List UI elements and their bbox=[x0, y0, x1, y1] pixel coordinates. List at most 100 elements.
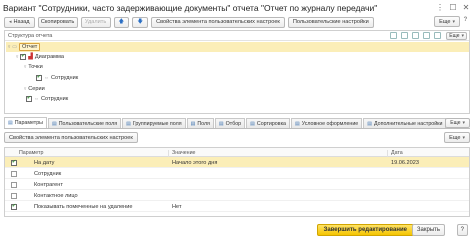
footer-help-button[interactable]: ? bbox=[456, 224, 468, 236]
expand-triangle-icon[interactable]: ▿ bbox=[16, 54, 18, 60]
tree-label-points: Точки bbox=[28, 63, 43, 70]
param-value[interactable]: Нет bbox=[172, 204, 182, 210]
help-button[interactable]: ? bbox=[461, 17, 470, 26]
tab-label: Группируемые поля bbox=[132, 120, 182, 127]
row-checkbox[interactable] bbox=[11, 170, 17, 177]
employee-series-checkbox[interactable]: ✔ bbox=[26, 95, 32, 102]
table-header: Параметр Значение Дата bbox=[5, 148, 469, 159]
toolbar-more-button[interactable]: Еще ▾ bbox=[434, 16, 460, 27]
tab-sorting[interactable]: ▤ Сортировка bbox=[246, 118, 290, 128]
tabs-more-button[interactable]: Еще ▾ bbox=[445, 118, 470, 128]
row-checkbox[interactable] bbox=[11, 192, 17, 199]
user-settings-button[interactable]: Пользовательские настройки bbox=[287, 16, 374, 28]
tab-additional-settings[interactable]: ▤ Дополнительные настройки bbox=[363, 118, 447, 128]
format-icon[interactable] bbox=[434, 32, 441, 39]
tree-label-report: Отчет bbox=[19, 42, 41, 51]
expand-triangle-icon[interactable]: ▿ bbox=[24, 86, 26, 92]
structure-header-label: Структура отчета bbox=[8, 32, 53, 39]
close-icon[interactable]: ✕ bbox=[461, 3, 471, 13]
param-value[interactable]: Начало этого дня bbox=[172, 160, 217, 166]
delete-button[interactable]: Удалить bbox=[80, 16, 111, 28]
copy-button[interactable]: Скопировать bbox=[37, 16, 78, 28]
tree-label-employee: Сотрудник bbox=[51, 74, 79, 81]
tab-filter[interactable]: ▤ Отбор bbox=[214, 118, 246, 128]
table-row[interactable]: Контактное лицо bbox=[5, 190, 469, 201]
main-toolbar: ◂ Назад Скопировать Удалить 🡅 🡇 Свойства … bbox=[4, 16, 374, 28]
param-name: На дату bbox=[34, 159, 55, 166]
employee-points-checkbox[interactable]: ✔ bbox=[36, 74, 42, 81]
table-row[interactable]: Контрагент bbox=[5, 179, 469, 190]
row-checkbox[interactable]: ✔ bbox=[11, 203, 17, 210]
tab-fields[interactable]: ▤ Поля bbox=[186, 118, 214, 128]
parameters-table: Параметр Значение Дата ✔ На дату Начало … bbox=[4, 147, 470, 217]
tab-label: Пользовательские поля bbox=[58, 120, 118, 127]
sorting-icon: ▤ bbox=[250, 120, 255, 127]
grouping-fields-icon: ▤ bbox=[126, 120, 131, 127]
window-titlebar: Вариант "Сотрудники, часто задерживающие… bbox=[0, 0, 474, 16]
tree-row-employee-series[interactable]: ✔ ⇔ Сотрудник bbox=[26, 94, 68, 103]
move-up-button[interactable]: 🡅 bbox=[113, 16, 130, 28]
tab-label: Отбор bbox=[225, 120, 242, 127]
tab-conditional-format[interactable]: ▤ Условное оформление bbox=[290, 118, 363, 128]
selected-row-highlight bbox=[6, 42, 469, 52]
report-node-icon: ▭ bbox=[12, 43, 17, 50]
table-row[interactable]: ✔ На дату Начало этого дня 19.06.2023 bbox=[5, 157, 469, 168]
chevron-down-icon: ▾ bbox=[461, 33, 464, 39]
parameters-icon: ▤ bbox=[8, 120, 13, 126]
param-date[interactable]: 19.06.2023 bbox=[391, 160, 419, 166]
tab-label: Параметры bbox=[14, 120, 43, 126]
fields-icon[interactable] bbox=[401, 32, 408, 39]
chart-checkbox[interactable]: ✔ bbox=[20, 53, 27, 60]
filter-icon: ▤ bbox=[218, 120, 224, 127]
chart-icon: ▟ bbox=[28, 54, 33, 60]
back-button[interactable]: ◂ Назад bbox=[4, 16, 35, 28]
tree-row-series[interactable]: ▿ Серии bbox=[24, 84, 45, 93]
table-row[interactable]: ✔ Показывать помеченные на удаление Нет bbox=[5, 201, 469, 212]
params-more-button[interactable]: Еще ▾ bbox=[444, 132, 470, 143]
element-properties-button[interactable]: Свойства элемента пользовательских настр… bbox=[151, 16, 285, 28]
tab-parameters[interactable]: ▤ Параметры bbox=[4, 117, 47, 128]
filter-icon[interactable] bbox=[412, 32, 419, 39]
close-button[interactable]: Закрыть bbox=[411, 224, 445, 236]
more-label: Еще bbox=[439, 18, 451, 25]
finish-editing-button[interactable]: Завершить редактирование bbox=[316, 224, 414, 236]
chevron-down-icon: ▾ bbox=[452, 18, 455, 25]
arrow-down-icon: 🡇 bbox=[137, 19, 144, 25]
grouping-field-icon: ⇔ bbox=[34, 95, 39, 102]
param-name: Контактное лицо bbox=[34, 192, 78, 199]
params-element-properties-button[interactable]: Свойства элемента пользовательских настр… bbox=[4, 132, 138, 143]
settings-tabs: ▤ Параметры ▤ Пользовательские поля ▤ Групп… bbox=[4, 117, 470, 129]
tree-row-report[interactable]: ▿ ▭ Отчет bbox=[8, 42, 41, 51]
tab-label: Сортировка bbox=[256, 120, 286, 127]
move-down-button[interactable]: 🡇 bbox=[132, 16, 149, 28]
table-row[interactable]: Сотрудник bbox=[5, 168, 469, 179]
col-header-value: Значение bbox=[172, 150, 196, 156]
tab-user-fields[interactable]: ▤ Пользовательские поля bbox=[47, 118, 122, 128]
tree-row-points[interactable]: ▿ Точки bbox=[24, 62, 43, 71]
param-name: Контрагент bbox=[34, 181, 63, 188]
report-structure-panel: Структура отчета Еще ▾ ▿ ▭ Отчет ▿ ✔ ▟ Ди… bbox=[4, 30, 470, 114]
row-checkbox[interactable] bbox=[11, 181, 17, 188]
tree-row-employee-points[interactable]: ✔ ⇔ Сотрудник bbox=[36, 73, 78, 82]
chevron-down-icon: ▾ bbox=[462, 120, 465, 126]
structure-more-button[interactable]: Еще ▾ bbox=[446, 32, 467, 40]
tab-grouping-fields[interactable]: ▤ Группируемые поля bbox=[122, 118, 186, 128]
sort-icon[interactable] bbox=[423, 32, 430, 39]
maximize-icon[interactable]: ☐ bbox=[448, 3, 458, 13]
row-checkbox[interactable]: ✔ bbox=[11, 159, 17, 166]
param-name: Показывать помеченные на удаление bbox=[34, 203, 133, 210]
tree-label-chart: Диаграмма bbox=[34, 53, 64, 60]
col-header-param: Параметр bbox=[19, 150, 44, 156]
tree-row-chart[interactable]: ▿ ✔ ▟ Диаграмма bbox=[16, 52, 64, 61]
tab-label: Дополнительные настройки bbox=[373, 120, 443, 127]
grouping-icon[interactable] bbox=[390, 32, 397, 39]
expand-triangle-icon[interactable]: ▿ bbox=[24, 64, 26, 70]
arrow-up-icon: 🡅 bbox=[118, 19, 125, 25]
more-dots-icon[interactable]: ⋮ bbox=[435, 3, 445, 13]
fields-icon: ▤ bbox=[190, 120, 196, 127]
chevron-down-icon: ▾ bbox=[462, 134, 465, 141]
col-header-date: Дата bbox=[391, 150, 403, 156]
tab-label: Условное оформление bbox=[301, 120, 359, 127]
expand-triangle-icon[interactable]: ▿ bbox=[8, 44, 10, 50]
tabs-more-label: Еще bbox=[450, 120, 461, 126]
